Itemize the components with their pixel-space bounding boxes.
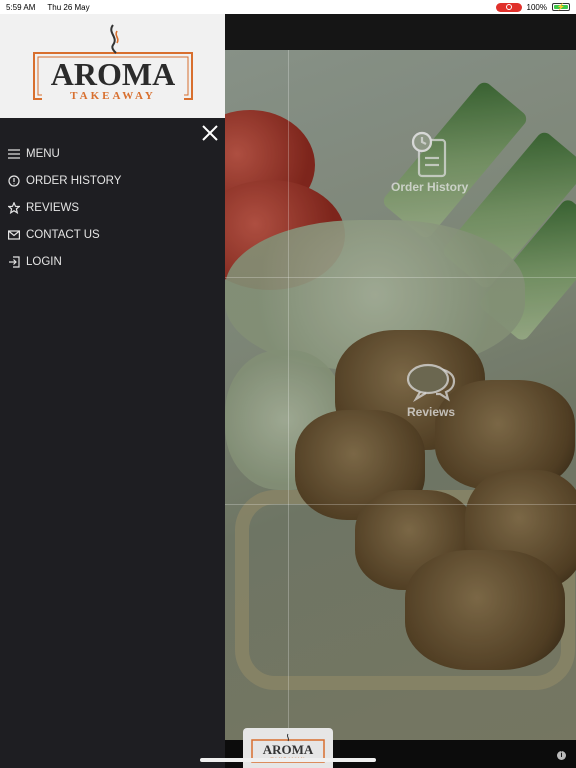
menu-item-reviews[interactable]: REVIEWS	[8, 194, 218, 221]
drawer-header: AROMA TAKEAWAY	[0, 14, 225, 118]
battery-icon: ⚡	[552, 3, 570, 11]
menu-item-contact-us[interactable]: CONTACT US	[8, 221, 218, 248]
bottom-logo[interactable]: AROMA TAKEAWAY	[243, 728, 333, 768]
tile-label: Reviews	[406, 405, 456, 419]
tile-order-history[interactable]: Order History	[391, 130, 468, 194]
grid-divider	[225, 504, 576, 505]
menu-item-order-history[interactable]: ORDER HISTORY	[8, 167, 218, 194]
menu-item-login[interactable]: LOGIN	[8, 248, 218, 275]
menu-item-menu[interactable]: MENU	[8, 140, 218, 167]
grid-divider	[225, 277, 576, 278]
status-right: 100% ⚡	[495, 2, 570, 12]
menu-item-label: CONTACT US	[26, 228, 100, 241]
side-drawer: AROMA TAKEAWAY MENU ORDER HISTORY REVIEW…	[0, 14, 225, 768]
status-time: 5:59 AM	[6, 2, 36, 12]
aroma-takeaway-logo: AROMA TAKEAWAY	[32, 24, 193, 102]
screen-recording-icon	[495, 2, 522, 12]
tile-reviews[interactable]: Reviews	[406, 359, 456, 419]
info-icon[interactable]: i	[557, 751, 566, 760]
login-icon	[9, 255, 20, 268]
star-icon	[8, 201, 20, 214]
menu-item-label: LOGIN	[26, 255, 62, 268]
drawer-menu: MENU ORDER HISTORY REVIEWS CONTACT US LO…	[8, 140, 218, 275]
envelope-icon	[8, 229, 20, 240]
chat-bubbles-icon	[406, 363, 456, 403]
menu-item-label: REVIEWS	[26, 201, 80, 214]
menu-item-label: MENU	[26, 147, 60, 160]
top-bar	[225, 14, 576, 50]
status-bar: 5:59 AM Thu 26 May 100% ⚡	[0, 0, 576, 14]
battery-percent: 100%	[526, 2, 547, 12]
svg-text:TAKEAWAY: TAKEAWAY	[70, 90, 156, 102]
clipboard-clock-icon	[411, 131, 446, 178]
svg-text:AROMA: AROMA	[50, 56, 174, 92]
status-date: Thu 26 May	[47, 2, 90, 12]
main-content: Order History Reviews AROMA TAKEAWAY i	[225, 14, 576, 768]
home-indicator[interactable]	[200, 758, 376, 762]
tile-label: Order History	[391, 180, 469, 194]
info-circle-icon	[8, 174, 20, 187]
menu-item-label: ORDER HISTORY	[26, 174, 122, 187]
hamburger-icon	[8, 148, 20, 159]
svg-text:AROMA: AROMA	[263, 742, 314, 757]
grid-divider	[288, 50, 289, 740]
